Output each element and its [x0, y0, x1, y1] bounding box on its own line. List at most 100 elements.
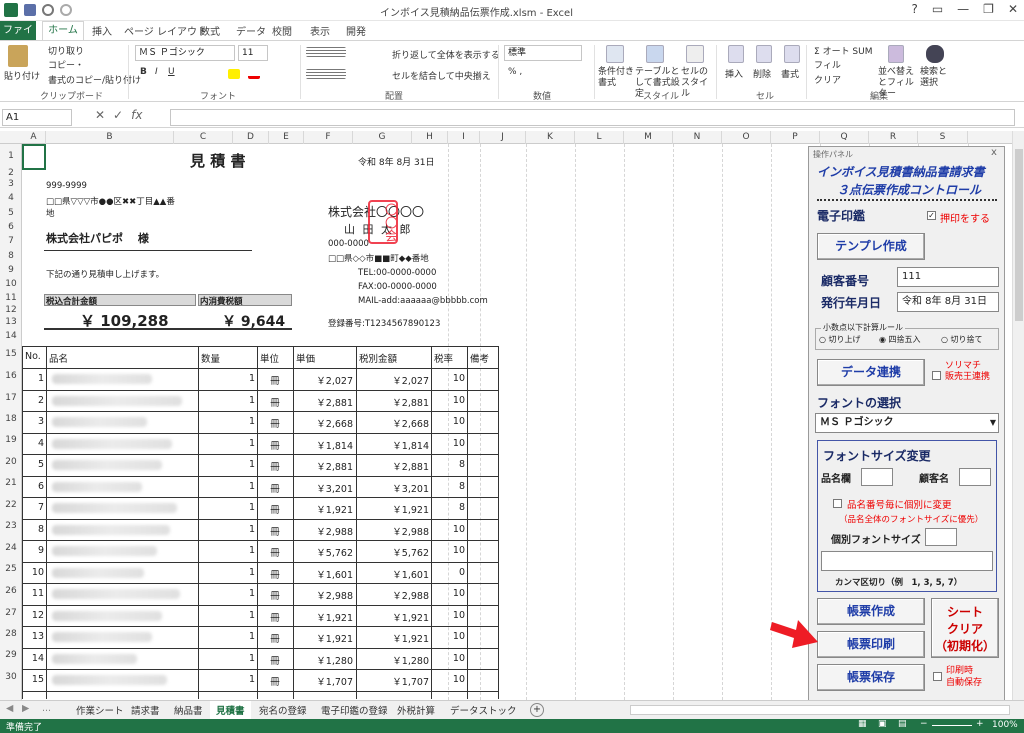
- tab-review[interactable]: 校閲: [272, 23, 292, 38]
- normal-view-icon[interactable]: ▦: [858, 719, 867, 729]
- row-header-2[interactable]: 2: [0, 168, 22, 178]
- stamp-checkbox[interactable]: ✓: [927, 211, 936, 220]
- row-header-19[interactable]: 19: [0, 435, 22, 445]
- sheet-tab-address[interactable]: 宛名の登録: [259, 703, 307, 717]
- copy-button[interactable]: コピー・: [48, 58, 84, 71]
- cust-name-size-input[interactable]: [959, 468, 991, 486]
- column-header-r[interactable]: R: [869, 131, 918, 144]
- zoom-in-icon[interactable]: +: [976, 719, 984, 729]
- row-header-24[interactable]: 24: [0, 543, 22, 553]
- customer-no-input[interactable]: 111: [897, 267, 999, 287]
- find-select-button[interactable]: 検索と選択: [920, 67, 950, 89]
- sheet-nav-more[interactable]: ...: [42, 703, 51, 714]
- underline-button[interactable]: U: [168, 67, 175, 77]
- column-header-n[interactable]: N: [673, 131, 722, 144]
- vertical-scroll-thumb[interactable]: [1015, 149, 1023, 321]
- tab-formulas[interactable]: 数式: [200, 23, 220, 38]
- sheet-tab-stamp[interactable]: 電子印鑑の登録: [321, 703, 388, 717]
- zoom-slider[interactable]: [932, 725, 972, 726]
- data-link-button[interactable]: データ連携: [817, 359, 925, 386]
- column-header-k[interactable]: K: [526, 131, 575, 144]
- tab-data[interactable]: データ: [236, 23, 266, 38]
- delete-cells-icon[interactable]: [756, 45, 772, 63]
- format-cells-icon[interactable]: [784, 45, 800, 63]
- conditional-format-button[interactable]: 条件付き書式: [598, 67, 634, 89]
- font-name-select[interactable]: ＭＳ Ｐゴシック: [135, 45, 235, 61]
- zoom-out-icon[interactable]: −: [920, 719, 928, 729]
- merge-center-button[interactable]: セルを結合して中央揃え: [392, 69, 491, 82]
- row-header-28[interactable]: 28: [0, 629, 22, 639]
- page-layout-view-icon[interactable]: ▣: [878, 719, 887, 729]
- column-header-h[interactable]: H: [412, 131, 448, 144]
- sheet-nav-prev-icon[interactable]: ◀: [6, 703, 13, 714]
- sorimachi-checkbox[interactable]: [932, 371, 941, 380]
- row-header-22[interactable]: 22: [0, 500, 22, 510]
- issue-date-input[interactable]: 令和 8年 8月 31日: [897, 292, 999, 312]
- row-header-23[interactable]: 23: [0, 521, 22, 531]
- bold-button[interactable]: B: [140, 67, 147, 77]
- number-format-select[interactable]: 標準: [504, 45, 582, 61]
- row-header-13[interactable]: 13: [0, 317, 22, 327]
- column-header-b[interactable]: B: [46, 131, 174, 144]
- insert-cells-icon[interactable]: [728, 45, 744, 63]
- dropdown-arrow-icon[interactable]: ▼: [990, 414, 996, 432]
- sheet-nav-next-icon[interactable]: ▶: [22, 703, 29, 714]
- row-header-26[interactable]: 26: [0, 586, 22, 596]
- delete-cells-button[interactable]: 削除: [753, 67, 771, 80]
- column-header-i[interactable]: I: [448, 131, 480, 144]
- sheet-tab-tax[interactable]: 外税計算: [397, 703, 435, 717]
- tab-home[interactable]: ホーム: [42, 21, 84, 40]
- column-header-j[interactable]: J: [480, 131, 526, 144]
- insert-cells-button[interactable]: 挿入: [725, 67, 743, 80]
- row-header-25[interactable]: 25: [0, 564, 22, 574]
- font-color-icon[interactable]: [248, 69, 260, 79]
- print-form-button[interactable]: 帳票印刷: [817, 631, 925, 658]
- cell-style-icon[interactable]: [686, 45, 704, 63]
- redo-icon[interactable]: [60, 4, 72, 16]
- create-form-button[interactable]: 帳票作成: [817, 598, 925, 625]
- row-header-30[interactable]: 30: [0, 672, 22, 682]
- row-header-5[interactable]: 5: [0, 208, 22, 218]
- indiv-size-input[interactable]: [925, 528, 957, 546]
- vertical-scrollbar[interactable]: [1012, 131, 1024, 700]
- zoom-level[interactable]: 100%: [992, 720, 1018, 730]
- paste-icon[interactable]: [8, 45, 28, 67]
- restore-icon[interactable]: ❐: [983, 2, 994, 16]
- item-col-size-input[interactable]: [861, 468, 893, 486]
- column-header-m[interactable]: M: [624, 131, 673, 144]
- sort-filter-icon[interactable]: [888, 45, 904, 63]
- minimize-icon[interactable]: —: [957, 2, 969, 16]
- cell-style-button[interactable]: セルのスタイル: [681, 67, 711, 100]
- fill-button[interactable]: フィル: [814, 58, 841, 71]
- column-header-e[interactable]: E: [269, 131, 304, 144]
- clear-button[interactable]: クリア: [814, 73, 841, 86]
- tab-page-layout[interactable]: ページ レイアウト: [124, 23, 207, 38]
- ribbon-display-icon[interactable]: ▭: [932, 2, 943, 16]
- clear-sheet-button[interactable]: シート クリア （初期化）: [931, 598, 999, 658]
- round-down-radio[interactable]: ○ 切り捨て: [941, 334, 983, 345]
- panel-close-icon[interactable]: x: [991, 147, 997, 158]
- italic-button[interactable]: I: [155, 67, 158, 77]
- column-header-g[interactable]: G: [353, 131, 412, 144]
- font-select-dropdown[interactable]: ＭＳ Ｐゴシック ▼: [815, 413, 999, 433]
- row-header-14[interactable]: 14: [0, 331, 22, 341]
- auto-save-checkbox[interactable]: [933, 672, 942, 681]
- save-icon[interactable]: [24, 4, 36, 16]
- sheet-tab-datastock[interactable]: データストック: [450, 703, 517, 717]
- row-header-8[interactable]: 8: [0, 251, 22, 261]
- save-form-button[interactable]: 帳票保存: [817, 664, 925, 691]
- sheet-tab-estimate[interactable]: 見積書: [210, 701, 251, 721]
- fill-color-icon[interactable]: [228, 69, 240, 79]
- round-up-radio[interactable]: ○ 切り上げ: [819, 334, 861, 345]
- row-header-3[interactable]: 3: [0, 179, 22, 189]
- row-header-21[interactable]: 21: [0, 478, 22, 488]
- indiv-numbers-input[interactable]: [821, 551, 993, 571]
- round-half-radio[interactable]: ◉ 四捨五入: [879, 334, 921, 345]
- row-header-1[interactable]: 1: [0, 151, 22, 161]
- column-header-o[interactable]: O: [722, 131, 771, 144]
- per-item-checkbox[interactable]: [833, 499, 842, 508]
- row-header-4[interactable]: 4: [0, 193, 22, 203]
- row-header-15[interactable]: 15: [0, 349, 22, 359]
- tab-developer[interactable]: 開発: [346, 23, 366, 38]
- find-select-icon[interactable]: [926, 45, 944, 63]
